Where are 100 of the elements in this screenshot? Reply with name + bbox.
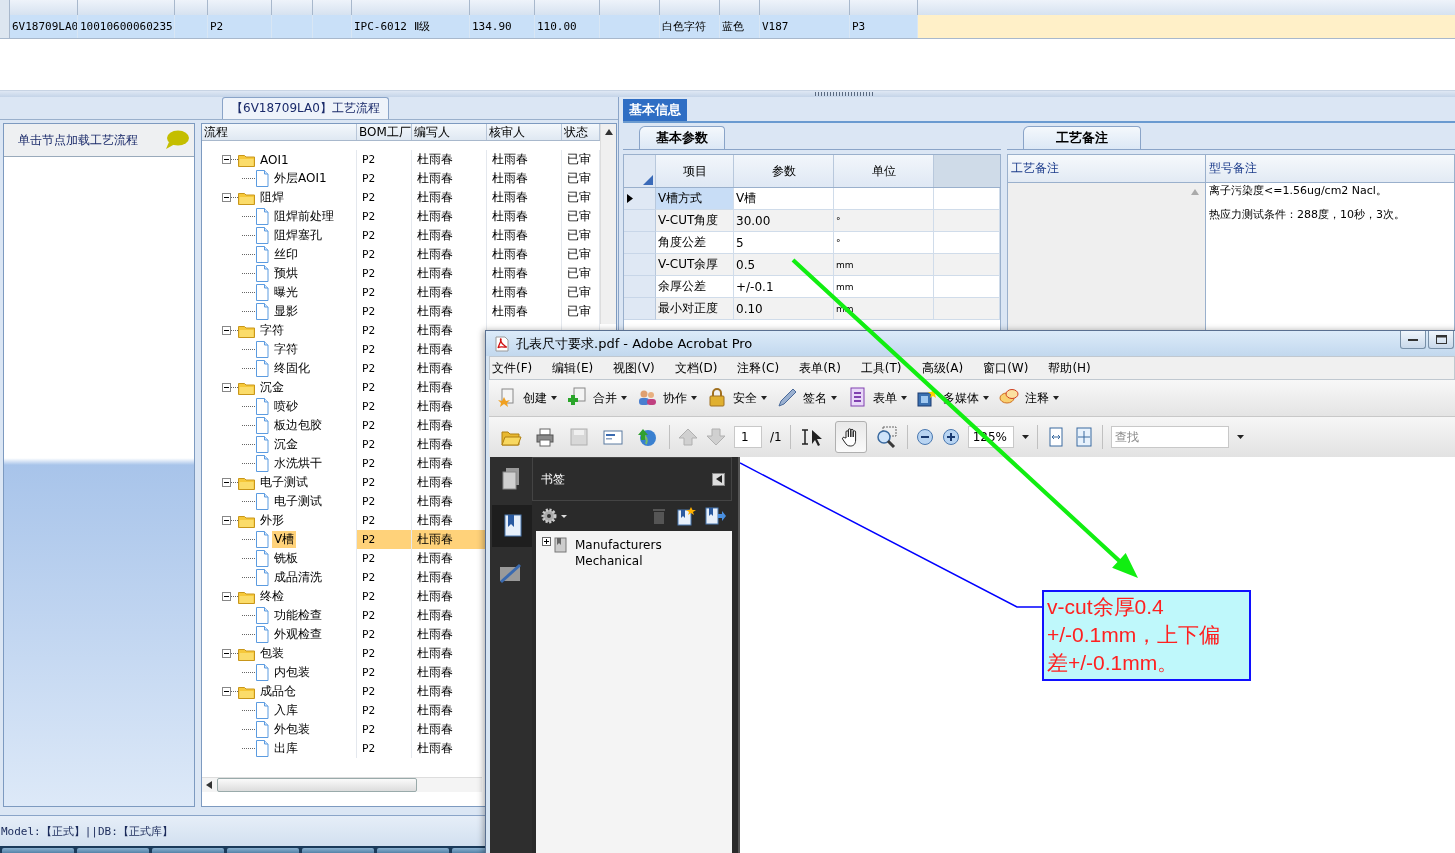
task-button[interactable]: 表单: [847, 387, 907, 409]
collapse-icon[interactable]: [222, 649, 231, 658]
menu-item[interactable]: 帮助(H): [1048, 359, 1091, 377]
new-bookmark-icon[interactable]: [676, 506, 696, 526]
remarks-tab[interactable]: 工艺备注: [1023, 126, 1141, 149]
tree-item[interactable]: 功能检查: [272, 607, 324, 624]
zoom-in-icon[interactable]: [941, 428, 960, 446]
menu-item[interactable]: 文档(D): [674, 359, 718, 377]
tree-item[interactable]: 预烘: [272, 265, 300, 282]
bookmark-icon[interactable]: [502, 513, 524, 539]
collapse-panel-button[interactable]: [712, 472, 725, 486]
tree-item[interactable]: 外包装: [272, 721, 312, 738]
gear-icon[interactable]: [540, 507, 570, 525]
params-tab[interactable]: 基本参数: [639, 126, 725, 149]
maximize-button[interactable]: [1428, 331, 1454, 349]
menu-item[interactable]: 视图(V): [613, 359, 655, 377]
collapse-icon[interactable]: [222, 155, 231, 164]
tree-item[interactable]: 阻焊: [258, 189, 286, 206]
horizontal-scrollbar[interactable]: [202, 777, 482, 792]
column-header[interactable]: BOM工厂: [357, 124, 412, 140]
next-page-icon[interactable]: [706, 428, 726, 446]
bookmark-arrow-icon[interactable]: [704, 506, 726, 526]
tree-item[interactable]: 字符: [258, 322, 286, 339]
caret-icon[interactable]: [1236, 435, 1244, 439]
menu-item[interactable]: 编辑(E): [552, 359, 594, 377]
tree-item[interactable]: 丝印: [272, 246, 300, 263]
tree-item[interactable]: 成品仓: [258, 683, 298, 700]
tree-item[interactable]: 沉金: [258, 379, 286, 396]
tree-item[interactable]: 水洗烘干: [272, 455, 324, 472]
hand-tool-button[interactable]: [834, 421, 867, 453]
tree-item[interactable]: 终固化: [272, 360, 312, 377]
column-header[interactable]: 核审人: [487, 124, 562, 140]
menu-item[interactable]: 窗口(W): [983, 359, 1029, 377]
collapse-icon[interactable]: [222, 383, 231, 392]
tree-item[interactable]: 字符: [272, 341, 300, 358]
bookmark-item[interactable]: Manufacturers Mechanical: [575, 537, 695, 569]
search-field[interactable]: 查找: [1110, 426, 1229, 448]
tree-item[interactable]: 成品清洗: [272, 569, 324, 586]
scroll-up-icon[interactable]: [603, 128, 614, 136]
column-header[interactable]: 项目: [656, 155, 734, 187]
column-header[interactable]: 工艺备注: [1008, 155, 1206, 182]
tree-item[interactable]: 外形: [258, 512, 286, 529]
task-button[interactable]: 协作: [637, 387, 697, 409]
tree-item[interactable]: 出库: [272, 740, 300, 757]
menu-item[interactable]: 高级(A): [921, 359, 964, 377]
signature-pen-icon[interactable]: [498, 561, 524, 585]
pages-icon[interactable]: [500, 467, 522, 491]
column-header[interactable]: 编写人: [412, 124, 487, 140]
vertical-scrollbar[interactable]: [600, 124, 616, 324]
scroll-thumb[interactable]: [217, 778, 417, 792]
page-number-field[interactable]: 1: [734, 426, 762, 448]
tree-item[interactable]: AOI1: [258, 152, 291, 167]
tree-item[interactable]: 阻焊塞孔: [272, 227, 324, 244]
fit-page-icon[interactable]: [1073, 427, 1094, 447]
tree-item[interactable]: 板边包胶: [272, 417, 324, 434]
previous-page-icon[interactable]: [678, 428, 698, 446]
collapse-icon[interactable]: [222, 516, 231, 525]
menu-item[interactable]: 文件(F): [492, 359, 533, 377]
tree-item[interactable]: 入库: [272, 702, 300, 719]
tree-item[interactable]: 铣板: [272, 550, 300, 567]
zoom-icon[interactable]: [874, 426, 899, 448]
tree-item[interactable]: 终检: [258, 588, 286, 605]
zoom-out-icon[interactable]: [915, 428, 934, 446]
minimize-button[interactable]: [1400, 331, 1426, 349]
collapse-icon[interactable]: [222, 592, 231, 601]
tree-item[interactable]: 外观检查: [272, 626, 324, 643]
splitter-grip[interactable]: [815, 92, 875, 96]
row-header[interactable]: [624, 188, 656, 210]
tree-item[interactable]: 阻焊前处理: [272, 208, 336, 225]
tree-item[interactable]: 电子测试: [258, 474, 310, 491]
table-cell: P2: [362, 419, 376, 432]
tree-item[interactable]: 内包装: [272, 664, 312, 681]
collapse-icon[interactable]: [222, 478, 231, 487]
tree-item[interactable]: 显影: [272, 303, 300, 320]
tree-item[interactable]: 包装: [258, 645, 286, 662]
collapse-icon[interactable]: [222, 326, 231, 335]
task-button[interactable]: 合并: [567, 387, 627, 409]
menu-item[interactable]: 工具(T): [860, 359, 902, 377]
trash-icon[interactable]: [650, 507, 668, 525]
column-header[interactable]: 流程: [202, 124, 357, 140]
caret-icon[interactable]: [1021, 435, 1029, 439]
collapse-icon[interactable]: [222, 193, 231, 202]
task-button[interactable]: 签名: [777, 387, 837, 409]
task-button[interactable]: 创建: [497, 387, 557, 409]
menu-item[interactable]: 注释(C): [737, 359, 780, 377]
scroll-left-icon[interactable]: [205, 780, 213, 790]
menu-item[interactable]: 表单(R): [799, 359, 841, 377]
tree-item[interactable]: 曝光: [272, 284, 300, 301]
tree-item[interactable]: V槽: [272, 531, 297, 548]
tree-item[interactable]: 电子测试: [272, 493, 324, 510]
collapse-icon[interactable]: [222, 687, 231, 696]
expand-icon[interactable]: [542, 537, 551, 546]
tree-item[interactable]: 外层AOI1: [272, 170, 329, 187]
tree-item[interactable]: 沉金: [272, 436, 300, 453]
column-header[interactable]: 型号备注: [1206, 155, 1454, 182]
task-button[interactable]: 注释: [999, 387, 1059, 409]
column-header[interactable]: 参数: [734, 155, 834, 187]
task-button[interactable]: 安全: [707, 387, 767, 409]
info-tab[interactable]: 基本信息: [623, 99, 687, 121]
tree-item[interactable]: 喷砂: [272, 398, 300, 415]
